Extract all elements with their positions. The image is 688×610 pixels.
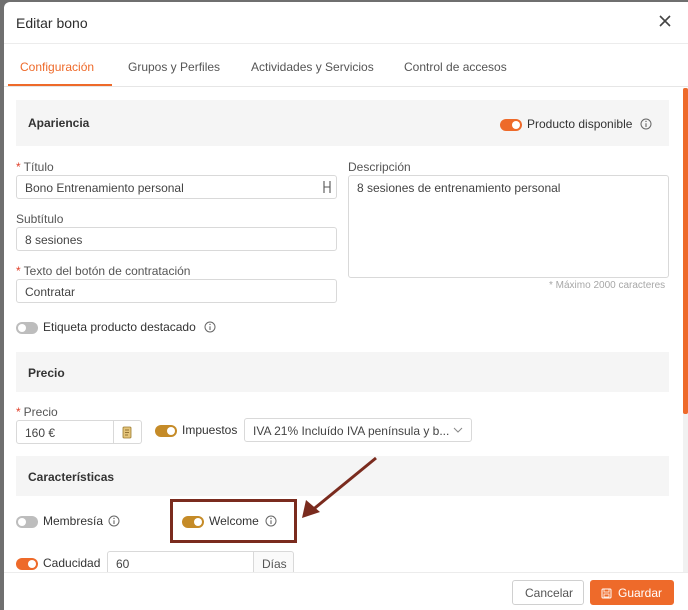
subtitulo-input[interactable]: 8 sesiones xyxy=(16,227,337,251)
scrollbar-thumb[interactable] xyxy=(683,88,688,414)
save-button[interactable]: Guardar xyxy=(590,580,674,605)
subtitulo-label: Subtítulo xyxy=(16,212,64,226)
impuestos-label: Impuestos xyxy=(182,423,238,437)
active-tab-indicator xyxy=(8,84,112,86)
modal-footer: Cancelar Guardar xyxy=(4,572,688,610)
info-icon xyxy=(108,515,120,527)
section-title-apariencia: Apariencia xyxy=(28,116,90,130)
tab-grupos-perfiles[interactable]: Grupos y Perfiles xyxy=(128,60,220,74)
save-icon xyxy=(601,588,612,599)
close-icon[interactable] xyxy=(656,12,674,30)
info-icon xyxy=(640,118,652,130)
section-precio: Precio xyxy=(16,352,669,392)
texto-boton-label: * Texto del botón de contratación xyxy=(16,264,191,278)
tab-control-accesos[interactable]: Control de accesos xyxy=(404,60,507,74)
descripcion-textarea[interactable]: 8 sesiones de entrenamiento personal xyxy=(348,175,669,278)
cancel-button[interactable]: Cancelar xyxy=(512,580,584,605)
precio-input[interactable]: 160 € xyxy=(16,420,114,444)
iva-select-value: IVA 21% Incluído IVA península y b... xyxy=(253,424,450,438)
impuestos-toggle[interactable] xyxy=(155,425,177,437)
iva-select[interactable]: IVA 21% Incluído IVA península y b... xyxy=(244,418,472,442)
info-icon xyxy=(204,321,216,333)
descripcion-hint: * Máximo 2000 caracteres xyxy=(549,280,666,291)
texto-boton-input[interactable]: Contratar xyxy=(16,279,337,303)
annotation-highlight-box xyxy=(170,499,297,543)
caducidad-toggle[interactable] xyxy=(16,558,38,570)
edit-bono-modal: Editar bono Configuración Grupos y Perfi… xyxy=(4,2,688,610)
tab-actividades-servicios[interactable]: Actividades y Servicios xyxy=(251,60,374,74)
producto-destacado-label: Etiqueta producto destacado xyxy=(43,320,196,334)
section-title-caracteristicas: Características xyxy=(28,470,115,484)
calculator-button[interactable] xyxy=(114,420,142,444)
modal-title: Editar bono xyxy=(16,15,88,31)
producto-destacado-toggle[interactable] xyxy=(16,322,38,334)
tab-bar: Configuración Grupos y Perfiles Activida… xyxy=(4,44,688,87)
descripcion-label: Descripción xyxy=(348,160,411,174)
membresia-toggle[interactable] xyxy=(16,516,38,528)
save-button-label: Guardar xyxy=(618,586,663,600)
membresia-label: Membresía xyxy=(43,514,104,528)
document-icon xyxy=(122,426,132,439)
producto-disponible-label: Producto disponible xyxy=(527,117,633,131)
caducidad-label: Caducidad xyxy=(43,556,101,570)
titulo-input[interactable]: Bono Entrenamiento personal xyxy=(16,175,337,199)
text-cursor-icon xyxy=(323,181,331,193)
section-title-precio: Precio xyxy=(28,366,65,380)
chevron-down-icon xyxy=(453,427,463,433)
tab-configuracion[interactable]: Configuración xyxy=(20,60,94,74)
modal-header: Editar bono xyxy=(4,2,688,44)
producto-disponible-toggle[interactable] xyxy=(500,119,522,131)
titulo-label: * Título xyxy=(16,160,54,174)
annotation-arrow-icon xyxy=(302,456,377,518)
precio-label: * Precio xyxy=(16,405,58,419)
